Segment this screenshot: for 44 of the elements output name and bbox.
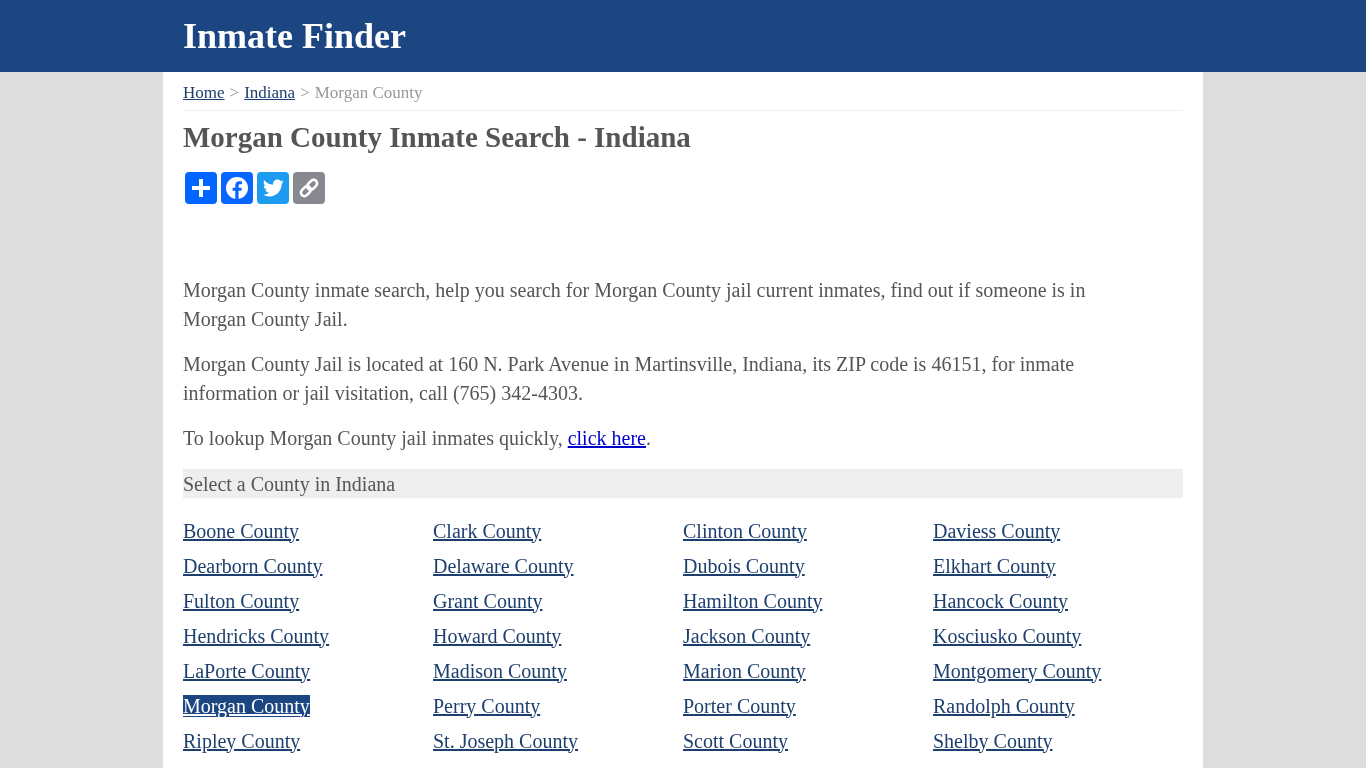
site-title[interactable]: Inmate Finder [183, 18, 406, 54]
chain-link-icon[interactable] [293, 172, 325, 204]
county-link[interactable]: Morgan County [183, 694, 310, 717]
county-link[interactable]: Porter County [683, 694, 796, 717]
plus-icon[interactable] [185, 172, 217, 204]
county-link[interactable]: Randolph County [933, 694, 1075, 717]
county-link[interactable]: Daviess County [933, 519, 1061, 542]
county-link[interactable]: Grant County [433, 589, 543, 612]
breadcrumb-separator: > [300, 82, 310, 104]
facebook-icon[interactable] [221, 172, 253, 204]
county-link[interactable]: Madison County [433, 659, 567, 682]
county-link[interactable]: Fulton County [183, 589, 300, 612]
page-heading: Morgan County Inmate Search - Indiana [183, 120, 692, 155]
section-heading: Select a County in Indiana [183, 469, 1183, 498]
county-link[interactable]: Howard County [433, 624, 562, 647]
county-link[interactable]: Montgomery County [933, 659, 1102, 682]
breadcrumb-separator: > [229, 82, 240, 104]
county-link[interactable]: Dubois County [683, 554, 805, 577]
county-link[interactable]: Scott County [683, 729, 788, 752]
breadcrumb-link[interactable]: Indiana [244, 82, 296, 104]
county-link[interactable]: Hancock County [933, 589, 1068, 612]
county-link[interactable]: Hendricks County [183, 624, 330, 647]
county-link[interactable]: Hamilton County [683, 589, 823, 612]
county-link[interactable]: Ripley County [183, 729, 301, 752]
breadcrumb-link[interactable]: Home [183, 82, 225, 104]
paragraph: Morgan County Jail is located at 160 N. Park Avenue in Martinsville, Indiana, its ZIP code is 46151, for inmate information or jail visitation, call (765) 342-4303. [183, 352, 1076, 407]
county-link[interactable]: Shelby County [933, 729, 1053, 752]
county-link[interactable]: Perry County [433, 694, 541, 717]
county-link[interactable]: Dearborn County [183, 554, 323, 577]
paragraph: To lookup Morgan County jail inmates quickly, click here. [183, 426, 652, 452]
breadcrumb-current: Morgan County [314, 82, 423, 104]
county-link[interactable]: St. Joseph County [433, 729, 579, 752]
county-link[interactable]: Marion County [683, 659, 806, 682]
county-link[interactable]: LaPorte County [183, 659, 311, 682]
link[interactable]: click here [567, 427, 646, 449]
county-link[interactable]: Jackson County [683, 624, 811, 647]
county-link[interactable]: Elkhart County [933, 554, 1056, 577]
county-link[interactable]: Boone County [183, 519, 300, 542]
county-link[interactable]: Clark County [433, 519, 542, 542]
paragraph: Morgan County inmate search, help you search for Morgan County jail current inmates, find out if someone is in Morgan County Jail. [183, 278, 1087, 333]
bird-icon[interactable] [257, 172, 289, 204]
county-link[interactable]: Clinton County [683, 519, 807, 542]
county-link[interactable]: Kosciusko County [933, 624, 1082, 647]
county-link[interactable]: Delaware County [433, 554, 574, 577]
